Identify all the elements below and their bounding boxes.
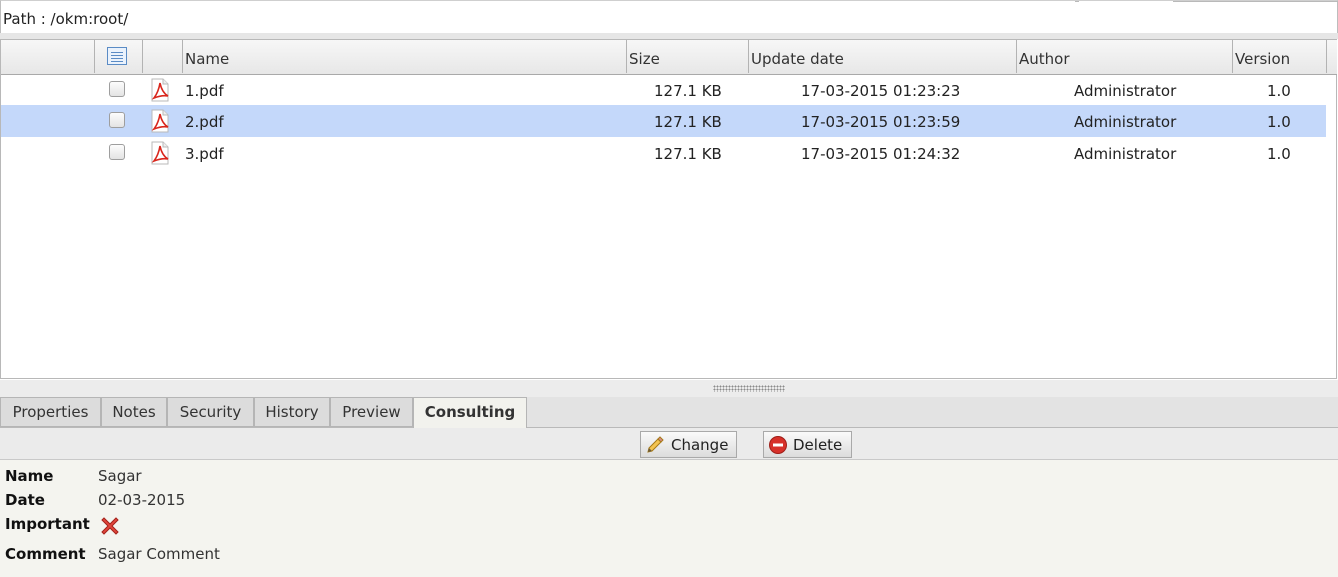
path-bar-divider xyxy=(1173,1,1338,2)
file-row[interactable]: 2.pdf 127.1 KB 17-03-2015 01:23:59 Admin… xyxy=(1,105,1326,137)
important-label: Important xyxy=(5,515,90,533)
file-author: Administrator xyxy=(1074,82,1177,100)
consulting-detail-panel: Name Sagar Date 02-03-2015 Important Com… xyxy=(0,460,1338,577)
tab-label: Properties xyxy=(12,403,89,421)
tab-bar: Properties Notes Security History Previe… xyxy=(0,397,1338,428)
comment-label: Comment xyxy=(5,545,86,563)
file-author: Administrator xyxy=(1074,113,1177,131)
file-name[interactable]: 3.pdf xyxy=(185,145,224,163)
tab-label: History xyxy=(265,403,319,421)
row-checkbox[interactable] xyxy=(109,112,125,128)
name-value: Sagar xyxy=(98,467,142,485)
header-blank xyxy=(1,40,95,73)
column-picker-button[interactable] xyxy=(95,40,143,73)
tab-properties[interactable]: Properties xyxy=(0,397,101,427)
file-date: 17-03-2015 01:23:59 xyxy=(801,113,961,131)
file-row[interactable]: 3.pdf 127.1 KB 17-03-2015 01:24:32 Admin… xyxy=(1,137,1326,169)
pdf-file-icon xyxy=(151,78,169,102)
column-header-name-label: Name xyxy=(185,50,230,68)
file-list-header: Name Size Update date Author Version xyxy=(1,40,1337,75)
file-size: 127.1 KB xyxy=(654,145,722,163)
file-version: 1.0 xyxy=(1267,145,1291,163)
file-author: Administrator xyxy=(1074,145,1177,163)
consulting-toolbar: Change Delete xyxy=(0,428,1338,460)
pencil-icon xyxy=(647,436,664,453)
tab-label: Notes xyxy=(112,403,156,421)
change-button[interactable]: Change xyxy=(640,431,737,458)
date-value: 02-03-2015 xyxy=(98,491,186,509)
file-name[interactable]: 1.pdf xyxy=(185,82,224,100)
date-label: Date xyxy=(5,491,45,509)
panel-splitter[interactable] xyxy=(0,380,1338,397)
splitter-grip-icon[interactable] xyxy=(713,385,785,392)
file-version: 1.0 xyxy=(1267,113,1291,131)
column-header-size[interactable]: Size xyxy=(627,40,749,73)
file-size: 127.1 KB xyxy=(654,82,722,100)
path-bar-divider xyxy=(1075,1,1079,2)
pdf-file-icon xyxy=(151,141,169,165)
row-checkbox[interactable] xyxy=(109,144,125,160)
delete-button[interactable]: Delete xyxy=(763,431,852,458)
column-header-update-date[interactable]: Update date xyxy=(749,40,1017,73)
delete-circle-icon xyxy=(769,436,787,454)
header-icon-column xyxy=(143,40,183,73)
column-header-author[interactable]: Author xyxy=(1017,40,1233,73)
path-bar: Path : /okm:root/ xyxy=(0,0,1338,34)
file-list: Name Size Update date Author Version 1.p… xyxy=(0,39,1337,379)
name-label: Name xyxy=(5,467,54,485)
file-size: 127.1 KB xyxy=(654,113,722,131)
tab-preview[interactable]: Preview xyxy=(330,397,413,427)
tab-security[interactable]: Security xyxy=(167,397,254,427)
file-date: 17-03-2015 01:24:32 xyxy=(801,145,961,163)
column-picker-icon[interactable] xyxy=(107,47,127,65)
column-header-author-label: Author xyxy=(1019,50,1070,68)
file-date: 17-03-2015 01:23:23 xyxy=(801,82,961,100)
tab-notes[interactable]: Notes xyxy=(101,397,167,427)
red-x-icon xyxy=(101,517,119,535)
change-button-label: Change xyxy=(671,436,729,454)
delete-button-label: Delete xyxy=(793,436,843,454)
tab-label: Consulting xyxy=(424,403,516,421)
tab-label: Preview xyxy=(342,403,401,421)
tab-consulting[interactable]: Consulting xyxy=(413,397,527,428)
file-name[interactable]: 2.pdf xyxy=(185,113,224,131)
path-label: Path : /okm:root/ xyxy=(3,10,129,28)
column-header-version[interactable]: Version xyxy=(1233,40,1327,73)
column-header-update-date-label: Update date xyxy=(751,50,844,68)
tab-label: Security xyxy=(179,403,242,421)
column-header-size-label: Size xyxy=(629,50,660,68)
row-checkbox[interactable] xyxy=(109,81,125,97)
file-version: 1.0 xyxy=(1267,82,1291,100)
column-header-name[interactable]: Name xyxy=(183,40,627,73)
tab-history[interactable]: History xyxy=(254,397,330,427)
pdf-file-icon xyxy=(151,109,169,133)
comment-value: Sagar Comment xyxy=(98,545,220,563)
column-header-version-label: Version xyxy=(1235,50,1291,68)
file-row[interactable]: 1.pdf 127.1 KB 17-03-2015 01:23:23 Admin… xyxy=(1,74,1326,106)
